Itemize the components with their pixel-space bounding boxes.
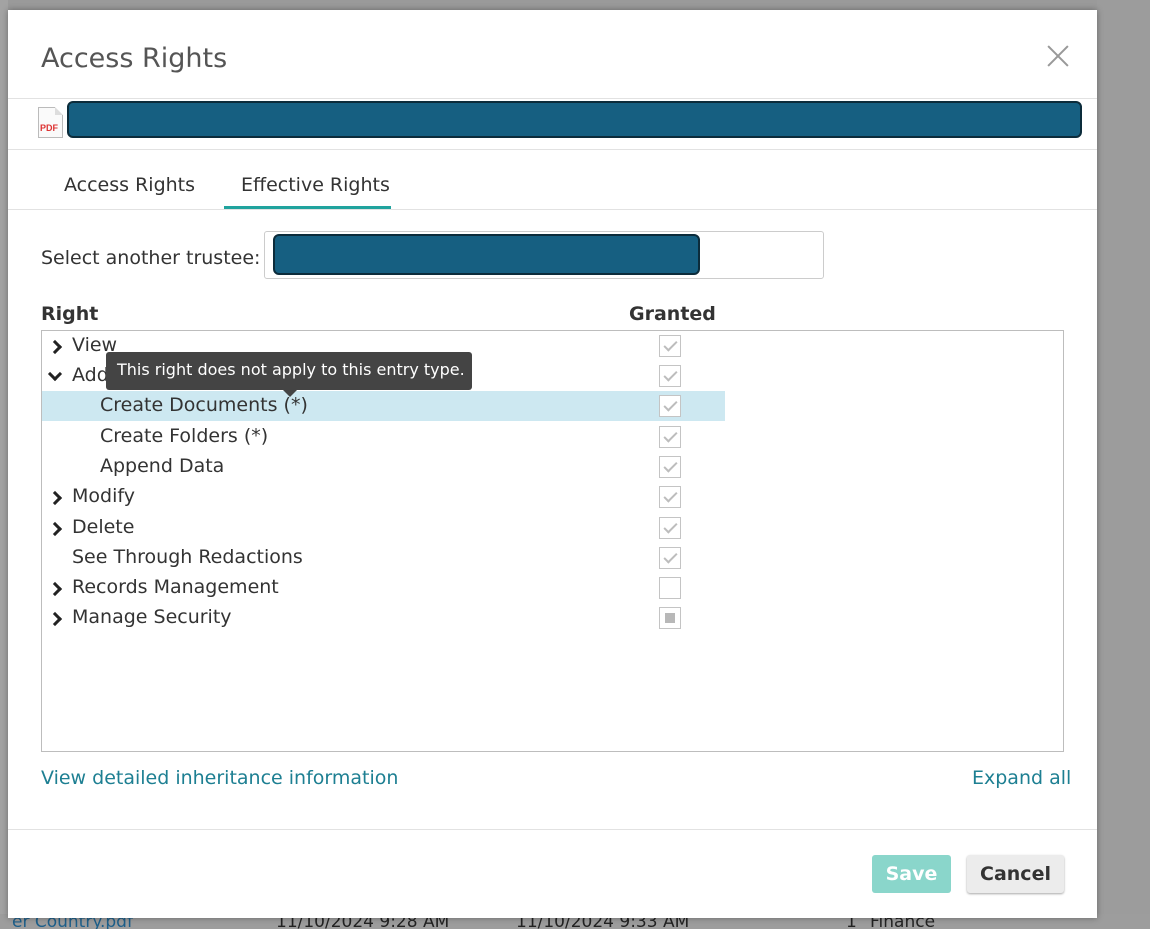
right-label: Delete [72, 516, 135, 538]
right-label: Modify [72, 485, 135, 507]
close-icon[interactable] [1044, 42, 1072, 70]
right-label: Create Documents (*) [100, 394, 308, 416]
right-label: Manage Security [72, 606, 232, 628]
right-label: Add [72, 364, 109, 386]
granted-checkbox [659, 486, 681, 508]
right-row-manage-security[interactable]: Manage Security [42, 603, 725, 633]
chevron-right-icon[interactable] [49, 487, 63, 507]
access-rights-dialog: Access Rights PDF Access Rights Effectiv… [8, 10, 1097, 918]
chevron-right-icon[interactable] [49, 578, 63, 598]
dialog-title: Access Rights [41, 43, 228, 74]
right-row-modify[interactable]: Modify [42, 482, 725, 512]
right-row-append-data[interactable]: Append Data [42, 452, 725, 482]
right-row-records-management[interactable]: Records Management [42, 573, 725, 603]
tooltip-arrow [283, 390, 297, 397]
trustee-label: Select another trustee: [41, 247, 261, 269]
cancel-button[interactable]: Cancel [967, 855, 1064, 893]
chevron-right-icon[interactable] [49, 608, 63, 628]
granted-checkbox [659, 395, 681, 417]
right-row-delete[interactable]: Delete [42, 513, 725, 543]
granted-checkbox [659, 517, 681, 539]
expand-all-link[interactable]: Expand all [972, 767, 1071, 789]
divider [8, 149, 1097, 150]
right-label: Append Data [100, 455, 225, 477]
granted-checkbox [659, 335, 681, 357]
view-inheritance-link[interactable]: View detailed inheritance information [41, 767, 398, 789]
granted-checkbox [659, 456, 681, 478]
granted-checkbox [659, 547, 681, 569]
divider [8, 98, 1097, 99]
right-row-create-folders[interactable]: Create Folders (*) [42, 422, 725, 452]
right-label: Records Management [72, 576, 279, 598]
footer-divider [8, 829, 1097, 830]
trustee-select-input[interactable] [264, 231, 824, 279]
granted-checkbox [659, 577, 681, 599]
tab-divider [8, 209, 1097, 210]
granted-checkbox [659, 365, 681, 387]
background-left-strip [0, 0, 8, 929]
redacted-file-name [67, 101, 1082, 138]
granted-checkbox-partial [659, 607, 681, 629]
tooltip-text: This right does not apply to this entry … [117, 360, 465, 379]
save-button[interactable]: Save [872, 855, 951, 893]
column-header-granted: Granted [629, 303, 716, 325]
right-label: See Through Redactions [72, 546, 303, 568]
tab-effective-rights[interactable]: Effective Rights [241, 174, 390, 196]
redacted-trustee-name [273, 234, 700, 275]
right-row-see-through-redactions[interactable]: See Through Redactions [42, 543, 725, 573]
chevron-down-icon[interactable] [49, 366, 63, 386]
pdf-file-icon-text: PDF [40, 123, 58, 133]
granted-checkbox [659, 426, 681, 448]
right-row-create-documents[interactable]: Create Documents (*) [42, 391, 725, 421]
tooltip: This right does not apply to this entry … [106, 352, 472, 397]
tab-access-rights[interactable]: Access Rights [64, 174, 195, 196]
column-header-right: Right [41, 303, 99, 325]
chevron-right-icon[interactable] [49, 336, 63, 356]
right-label: Create Folders (*) [100, 425, 269, 447]
pdf-file-icon: PDF [38, 107, 63, 138]
background-right-strip [1097, 0, 1150, 929]
chevron-right-icon[interactable] [49, 518, 63, 538]
rights-tree: View Add Create Documents (*) Create Fol… [41, 330, 1064, 752]
